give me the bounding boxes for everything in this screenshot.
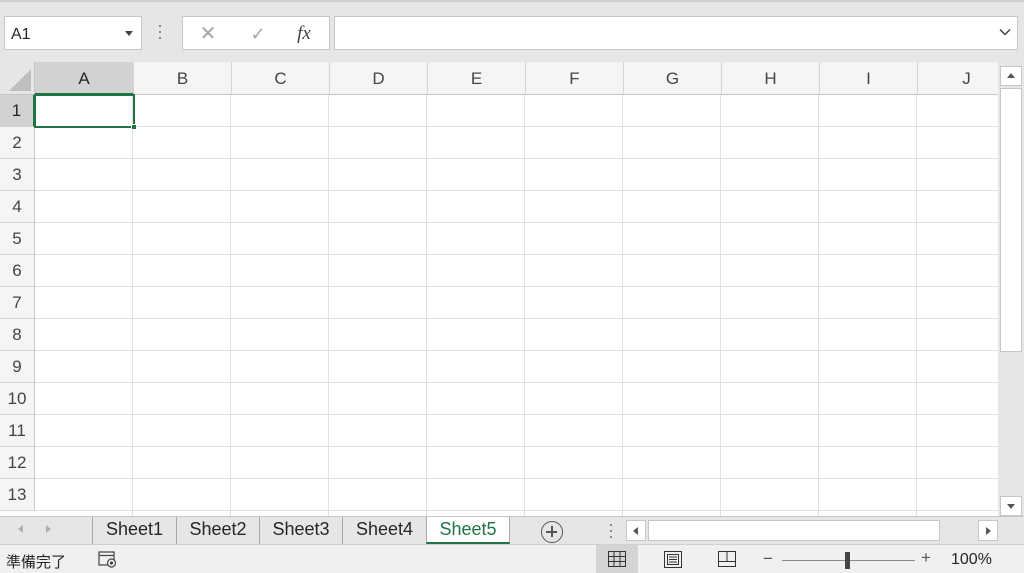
- row-header[interactable]: 2: [0, 127, 35, 159]
- status-ready-text: 準備完了: [6, 554, 67, 571]
- name-box-value: A1: [11, 26, 31, 43]
- scroll-right-button[interactable]: [978, 520, 998, 541]
- chevron-down-icon[interactable]: [125, 31, 133, 36]
- sheet-tab[interactable]: Sheet3: [259, 517, 342, 544]
- horizontal-scroll-thumb[interactable]: [648, 520, 940, 541]
- row-header[interactable]: 13: [0, 479, 35, 511]
- row-header[interactable]: 1: [0, 95, 35, 127]
- column-header[interactable]: B: [134, 62, 232, 95]
- scroll-up-button[interactable]: [1000, 66, 1022, 86]
- column-header[interactable]: F: [526, 62, 624, 95]
- cell-area[interactable]: [35, 95, 998, 516]
- spreadsheet-grid: A B C D E F G H I J 1 2 3 4 5 6 7 8 9 10…: [0, 62, 998, 516]
- scroll-left-button[interactable]: [626, 520, 646, 541]
- splitter-dots-icon[interactable]: [609, 524, 613, 540]
- row-header[interactable]: 7: [0, 287, 35, 319]
- row-header[interactable]: 5: [0, 223, 35, 255]
- sheet-tab[interactable]: Sheet1: [92, 517, 176, 544]
- sheet-tab[interactable]: Sheet2: [176, 517, 259, 544]
- plus-circle-icon[interactable]: [541, 521, 563, 543]
- zoom-level[interactable]: 100%: [951, 551, 992, 569]
- vertical-scrollbar[interactable]: [998, 62, 1024, 516]
- sheet-tabs-bar: Sheet1 Sheet2 Sheet3 Sheet4 Sheet5: [0, 516, 1024, 544]
- row-header[interactable]: 12: [0, 447, 35, 479]
- next-sheet-icon[interactable]: [46, 525, 51, 533]
- expand-chevron-icon[interactable]: [999, 26, 1011, 38]
- select-all-button[interactable]: [0, 62, 35, 95]
- column-header[interactable]: H: [722, 62, 820, 95]
- column-header[interactable]: J: [918, 62, 998, 95]
- page-layout-view-button[interactable]: [652, 545, 694, 573]
- zoom-out-button[interactable]: −: [763, 549, 773, 569]
- fill-handle[interactable]: [131, 124, 137, 130]
- vertical-scroll-thumb[interactable]: [1000, 88, 1022, 352]
- normal-view-button[interactable]: [596, 545, 638, 573]
- arrow-right-icon: [986, 527, 991, 535]
- previous-sheet-icon[interactable]: [18, 525, 23, 533]
- formula-bar: A1 ✕ ✓ fx: [0, 0, 1024, 62]
- zoom-slider-thumb[interactable]: [845, 552, 850, 569]
- column-header[interactable]: G: [624, 62, 722, 95]
- arrow-left-icon: [633, 527, 638, 535]
- row-header[interactable]: 11: [0, 415, 35, 447]
- column-header[interactable]: C: [232, 62, 330, 95]
- row-header[interactable]: 4: [0, 191, 35, 223]
- close-icon[interactable]: ✕: [195, 23, 221, 45]
- arrow-down-icon: [1007, 504, 1015, 509]
- row-header[interactable]: 8: [0, 319, 35, 351]
- grid-view-icon: [608, 551, 626, 567]
- scroll-down-button[interactable]: [1000, 496, 1022, 516]
- fx-icon[interactable]: fx: [291, 23, 317, 45]
- column-header[interactable]: E: [428, 62, 526, 95]
- arrow-up-icon: [1007, 73, 1015, 78]
- column-header[interactable]: D: [330, 62, 428, 95]
- row-header[interactable]: 3: [0, 159, 35, 191]
- zoom-in-button[interactable]: +: [921, 548, 931, 568]
- page-break-icon: [718, 551, 736, 567]
- column-header[interactable]: A: [35, 62, 134, 95]
- row-header[interactable]: 6: [0, 255, 35, 287]
- row-header[interactable]: 9: [0, 351, 35, 383]
- formula-input[interactable]: [334, 16, 1018, 50]
- column-header[interactable]: I: [820, 62, 918, 95]
- formula-buttons: ✕ ✓ fx: [182, 16, 330, 50]
- page-break-view-button[interactable]: [706, 545, 748, 573]
- name-box[interactable]: A1: [4, 16, 142, 50]
- row-header[interactable]: 10: [0, 383, 35, 415]
- status-bar: 準備完了 − + 100%: [0, 544, 1024, 573]
- macro-record-icon[interactable]: [98, 551, 118, 568]
- active-cell[interactable]: [34, 94, 137, 130]
- more-options-icon[interactable]: [158, 25, 162, 41]
- sheet-tab-active[interactable]: Sheet5: [426, 517, 510, 544]
- page-layout-icon: [664, 551, 682, 568]
- checkmark-icon[interactable]: ✓: [245, 23, 271, 45]
- sheet-tab[interactable]: Sheet4: [342, 517, 426, 544]
- horizontal-scrollbar[interactable]: [626, 520, 998, 541]
